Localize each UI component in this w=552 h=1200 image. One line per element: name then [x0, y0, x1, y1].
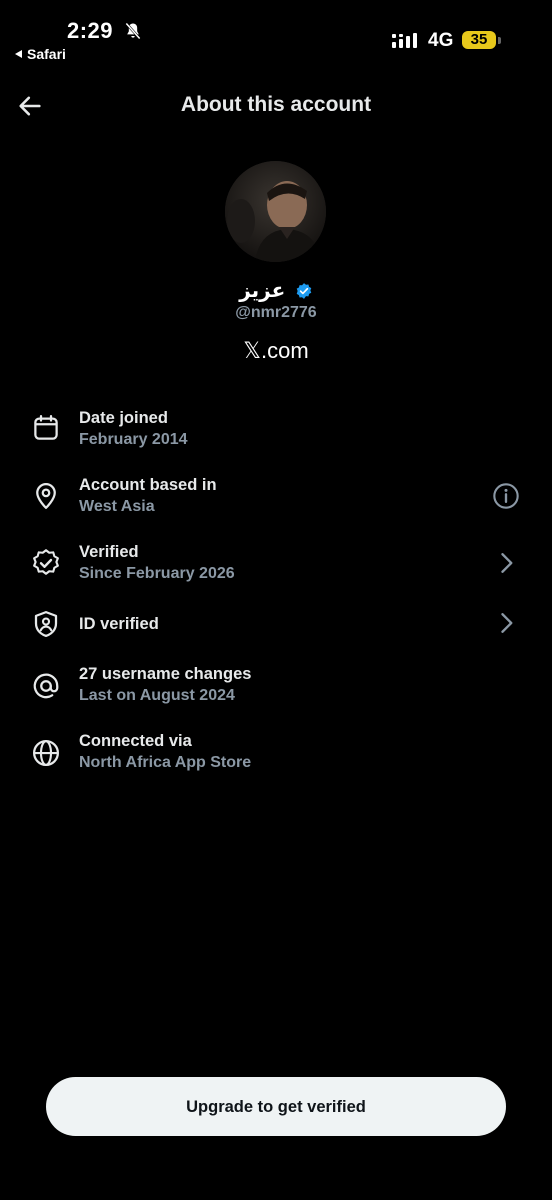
row-title: Date joined	[79, 409, 168, 427]
row-subtitle: West Asia	[79, 498, 155, 515]
site-domain: 𝕏.com	[243, 338, 309, 363]
row-title: Verified	[79, 543, 139, 561]
row-subtitle: North Africa App Store	[79, 754, 252, 771]
chevron-right-icon	[501, 613, 513, 633]
back-app-label: Safari	[27, 46, 66, 62]
at-sign-icon	[33, 673, 59, 699]
row-username-changes: 27 username changes Last on August 2024	[0, 656, 552, 716]
row-title: Account based in	[79, 476, 217, 494]
info-icon[interactable]	[492, 482, 520, 510]
battery-tip	[498, 37, 501, 44]
cellular-signal-icon	[392, 33, 417, 48]
row-connected-via: Connected via North Africa App Store	[0, 723, 552, 783]
row-verified[interactable]: Verified Since February 2026	[0, 534, 552, 594]
calendar-icon	[34, 415, 58, 440]
display-name-row: عزيز	[0, 278, 552, 303]
row-title: ID verified	[79, 615, 159, 633]
upgrade-to-get-verified-button[interactable]: Upgrade to get verified	[46, 1077, 506, 1136]
row-account-based-in: Account based in West Asia	[0, 467, 552, 527]
verified-badge-icon	[33, 549, 59, 575]
row-subtitle: Since February 2026	[79, 565, 235, 582]
location-pin-icon	[36, 483, 56, 509]
row-subtitle: Last on August 2024	[79, 687, 235, 704]
battery-indicator: 35	[462, 31, 496, 49]
globe-icon	[33, 740, 59, 766]
row-date-joined: Date joined February 2014	[0, 400, 552, 460]
display-name: عزيز	[239, 280, 286, 302]
row-title: 27 username changes	[79, 665, 252, 683]
network-type: 4G	[428, 30, 454, 51]
avatar-image	[225, 161, 326, 262]
avatar[interactable]	[225, 161, 326, 262]
status-time: 2:29	[67, 18, 114, 43]
row-id-verified[interactable]: ID verified	[0, 594, 552, 654]
verified-badge-icon	[296, 283, 312, 299]
back-to-safari[interactable]: Safari	[15, 46, 66, 62]
page-title: About this account	[180, 93, 372, 116]
back-triangle-icon	[15, 50, 22, 58]
account-handle: @nmr2776	[235, 304, 317, 321]
bell-muted-icon	[125, 22, 141, 40]
row-title: Connected via	[79, 732, 192, 750]
chevron-right-icon	[501, 553, 513, 573]
row-subtitle: February 2014	[79, 431, 188, 448]
id-shield-icon	[34, 611, 58, 637]
